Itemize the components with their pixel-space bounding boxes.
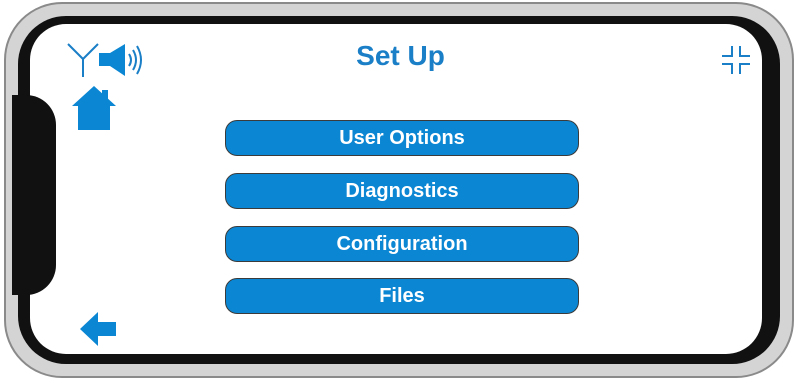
antenna-icon xyxy=(67,43,99,77)
configuration-button[interactable]: Configuration xyxy=(225,226,579,262)
diagnostics-label: Diagnostics xyxy=(345,179,459,202)
speaker-icon[interactable] xyxy=(98,42,146,78)
back-arrow-icon[interactable] xyxy=(78,310,118,348)
files-button[interactable]: Files xyxy=(225,278,579,314)
home-icon[interactable] xyxy=(70,84,118,132)
files-label: Files xyxy=(379,284,425,307)
configuration-label: Configuration xyxy=(336,232,468,255)
phone-notch xyxy=(12,95,56,295)
user-options-button[interactable]: User Options xyxy=(225,120,579,156)
user-options-label: User Options xyxy=(339,126,465,149)
diagnostics-button[interactable]: Diagnostics xyxy=(225,173,579,209)
exit-fullscreen-icon[interactable] xyxy=(718,42,754,78)
